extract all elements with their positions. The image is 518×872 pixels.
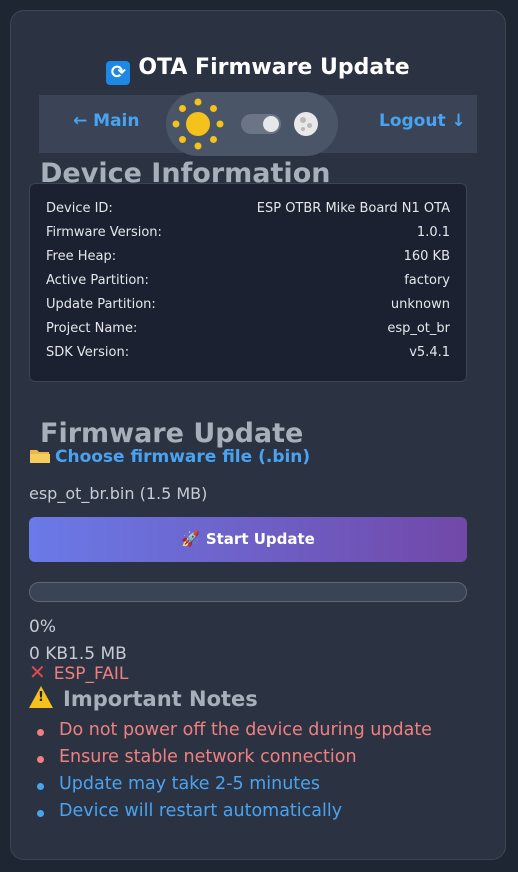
warning-icon: ! [29,686,53,708]
info-key: Free Heap: [46,249,117,264]
main-link[interactable]: ← Main [73,111,139,131]
moon-icon [294,112,318,136]
choose-file-label: Choose firmware file (.bin) [55,447,311,467]
nav-bar: ← Main Logout ↓ [39,92,477,156]
page-title-container: ⟳ OTA Firmware Update [11,55,505,85]
list-item: Device will restart automatically [29,801,432,828]
error-status: ✕ ESP_FAIL [29,660,128,684]
info-row-active-partition: Active Partition: factory [46,273,450,293]
theme-switch[interactable] [241,114,281,134]
x-icon: ✕ [29,660,46,684]
progress-percent: 0% [29,617,56,637]
info-row-update-partition: Update Partition: unknown [46,297,450,317]
info-value: 1.0.1 [416,225,450,240]
info-value: esp_ot_br [387,321,450,336]
info-value: unknown [390,297,450,312]
notes-heading: Important Notes [63,687,258,711]
info-value: v5.4.1 [409,345,450,360]
info-row-free-heap: Free Heap: 160 KB [46,249,450,269]
list-item: Do not power off the device during updat… [29,720,432,747]
info-key: SDK Version: [46,345,130,360]
theme-toggle[interactable] [166,92,338,156]
logout-link[interactable]: Logout ↓ [379,111,466,131]
notes-list: Do not power off the device during updat… [29,720,432,828]
notes-heading-container: ! Important Notes [29,686,258,711]
choose-file-link[interactable]: Choose firmware file (.bin) [29,447,310,467]
theme-switch-knob [263,116,279,132]
folder-icon [30,450,50,463]
progress-bar [29,582,467,602]
list-item: Update may take 2-5 minutes [29,774,432,801]
refresh-icon: ⟳ [106,61,131,85]
rocket-icon: 🚀 [181,530,200,548]
info-value: 160 KB [403,249,450,264]
selected-file-name: esp_ot_br.bin (1.5 MB) [29,484,208,503]
info-key: Project Name: [46,321,138,336]
info-value: factory [404,273,450,288]
page-title: OTA Firmware Update [138,55,410,80]
info-key: Firmware Version: [46,225,162,240]
device-info-table: Device ID: ESP OTBR Mike Board N1 OTA Fi… [29,183,467,382]
info-key: Update Partition: [46,297,156,312]
info-row-device-id: Device ID: ESP OTBR Mike Board N1 OTA [46,201,450,221]
info-row-project-name: Project Name: esp_ot_br [46,321,450,341]
info-key: Device ID: [46,201,113,216]
sun-icon [172,98,224,150]
info-value: ESP OTBR Mike Board N1 OTA [256,201,450,216]
info-row-sdk-version: SDK Version: v5.4.1 [46,345,450,365]
start-update-label: Start Update [205,530,315,548]
start-update-button[interactable]: 🚀 Start Update [29,517,467,562]
info-key: Active Partition: [46,273,149,288]
list-item: Ensure stable network connection [29,747,432,774]
info-row-firmware-version: Firmware Version: 1.0.1 [46,225,450,245]
firmware-update-heading: Firmware Update [40,418,304,449]
error-text: ESP_FAIL [53,664,129,684]
